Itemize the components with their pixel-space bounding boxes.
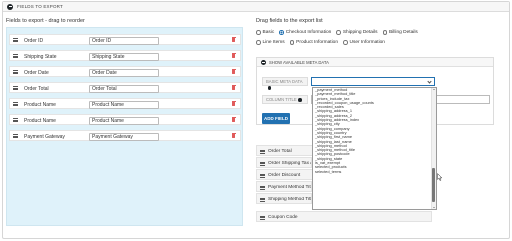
radio-label: Line Items <box>262 40 285 45</box>
right-section-title: Drag fields to the export list <box>256 18 323 24</box>
export-item-label: Order Discount <box>268 173 301 178</box>
left-section-title: Fields to export - drag to reorder <box>6 18 85 24</box>
drag-handle-icon[interactable] <box>13 118 18 122</box>
radio-checkout-information[interactable]: Checkout Information <box>279 30 331 35</box>
export-item-order-shipping-tax[interactable]: Order Shipping Tax Amount <box>256 157 312 168</box>
export-item-label: Coupon Code <box>268 215 298 220</box>
radio-label: Billing Details <box>389 30 418 35</box>
radio-label: Product Information <box>296 40 339 45</box>
radio-label: Basic <box>262 30 275 35</box>
field-label: Payment Gateway <box>24 133 65 140</box>
radio-label: User Information <box>349 40 385 45</box>
field-row-product-name[interactable]: Product Name Product Name <box>9 98 241 109</box>
radio-button[interactable] <box>256 30 261 35</box>
export-item-label: Order Shipping Tax Amount <box>268 161 311 166</box>
add-field-button[interactable]: ADD FIELD <box>262 113 290 124</box>
radio-button[interactable] <box>343 40 348 45</box>
radio-button[interactable] <box>336 30 341 35</box>
collapse-icon[interactable] <box>7 3 13 10</box>
panel-header[interactable]: FIELDS TO EXPORT <box>3 2 509 12</box>
basic-meta-data-label: BASIC META DATA <box>262 77 308 90</box>
drag-handle-icon[interactable] <box>260 161 265 166</box>
field-group-radios-row-1: Basic Checkout Information Shipping Deta… <box>256 30 423 35</box>
meta-data-title: SHOW AVAILABLE META DATA <box>269 59 329 65</box>
mouse-cursor-icon <box>437 173 443 181</box>
scroll-up-arrow-icon[interactable] <box>432 89 435 90</box>
field-row-order-id[interactable]: Order ID Order ID <box>9 34 241 45</box>
info-icon[interactable] <box>298 98 302 102</box>
field-title-input[interactable]: Order Total <box>89 84 159 93</box>
dropdown-scrollbar[interactable] <box>431 88 436 209</box>
drag-handle-icon[interactable] <box>260 215 265 220</box>
radio-button[interactable] <box>256 40 261 45</box>
drag-handle-icon[interactable] <box>13 102 18 106</box>
export-item-payment-method-title[interactable]: Payment Method Title <box>256 181 312 192</box>
radio-billing-details[interactable]: Billing Details <box>382 30 418 35</box>
export-item-shipping-method-title[interactable]: Shipping Method Title <box>256 193 312 204</box>
trash-icon[interactable] <box>231 85 236 90</box>
trash-icon[interactable] <box>231 53 236 58</box>
radio-user-information[interactable]: User Information <box>343 40 385 45</box>
radio-button[interactable] <box>382 30 388 35</box>
info-icon[interactable] <box>267 86 271 90</box>
field-title-input[interactable]: Order ID <box>89 36 159 45</box>
meta-data-header[interactable]: SHOW AVAILABLE META DATA <box>257 58 493 67</box>
field-row-product-name-2[interactable]: Product Name Product Name <box>9 114 241 125</box>
drag-handle-icon[interactable] <box>13 134 18 138</box>
radio-shipping-details[interactable]: Shipping Details <box>336 30 378 35</box>
meta-data-select[interactable] <box>311 77 435 86</box>
scroll-down-arrow-icon[interactable] <box>432 207 435 208</box>
meta-data-dropdown-list[interactable]: _payment_method _payment_method_title _p… <box>312 87 437 210</box>
field-label: Shipping State <box>24 53 57 60</box>
field-title-input[interactable]: Product Name <box>89 100 159 109</box>
radio-label: Shipping Details <box>342 30 378 35</box>
column-title-label: COLUMN TITLE <box>262 95 308 104</box>
field-title-input[interactable]: Shipping State <box>89 52 159 61</box>
radio-label: Checkout Information <box>285 30 332 35</box>
column-title-text: COLUMN TITLE <box>266 97 297 103</box>
field-label: Product Name <box>24 117 56 124</box>
trash-icon[interactable] <box>231 37 236 42</box>
field-title-input[interactable]: Order Date <box>89 68 159 77</box>
radio-basic[interactable]: Basic <box>256 30 274 35</box>
field-label: Order Total <box>24 85 49 92</box>
collapse-icon[interactable] <box>261 59 266 65</box>
radio-button[interactable] <box>289 40 295 45</box>
field-label: Order ID <box>24 37 44 44</box>
radio-line-items[interactable]: Line Items <box>256 40 285 45</box>
drag-handle-icon[interactable] <box>260 173 265 178</box>
trash-icon[interactable] <box>231 69 236 74</box>
export-item-label: Shipping Method Title <box>268 197 312 202</box>
trash-icon[interactable] <box>231 101 236 106</box>
scrollbar-thumb[interactable] <box>432 168 435 202</box>
radio-button-checked[interactable] <box>279 30 284 35</box>
export-item-coupon-code[interactable]: Coupon Code <box>256 211 432 222</box>
drag-handle-icon[interactable] <box>13 86 18 90</box>
export-item-label: Payment Method Title <box>268 185 312 190</box>
trash-icon[interactable] <box>231 133 236 138</box>
field-group-radios-row-2: Line Items Product Information User Info… <box>256 40 390 45</box>
drag-handle-icon[interactable] <box>13 38 18 42</box>
export-fields-drop-area[interactable]: Order ID Order ID Shipping State Shippin… <box>6 27 243 226</box>
trash-icon[interactable] <box>231 117 236 122</box>
field-label: Product Name <box>24 101 56 108</box>
radio-product-information[interactable]: Product Information <box>289 40 339 45</box>
export-item-label: Order Total <box>268 149 292 154</box>
drag-handle-icon[interactable] <box>13 54 18 58</box>
field-title-input[interactable]: Product Name <box>89 116 159 125</box>
drag-handle-icon[interactable] <box>13 70 18 74</box>
field-row-order-total[interactable]: Order Total Order Total <box>9 82 241 93</box>
dropdown-option[interactable]: selected_terms <box>313 169 436 174</box>
field-label: Order Date <box>24 69 49 76</box>
field-title-input[interactable]: Payment Gateway <box>89 132 159 141</box>
field-row-payment-gateway[interactable]: Payment Gateway Payment Gateway <box>9 130 241 141</box>
field-row-order-date[interactable]: Order Date Order Date <box>9 66 241 77</box>
field-row-shipping-state[interactable]: Shipping State Shipping State <box>9 50 241 61</box>
panel-title: FIELDS TO EXPORT <box>17 4 63 9</box>
drag-handle-icon[interactable] <box>260 185 265 190</box>
drag-handle-icon[interactable] <box>260 197 265 202</box>
drag-handle-icon[interactable] <box>260 149 265 154</box>
meta-label-text: BASIC META DATA <box>266 79 303 85</box>
